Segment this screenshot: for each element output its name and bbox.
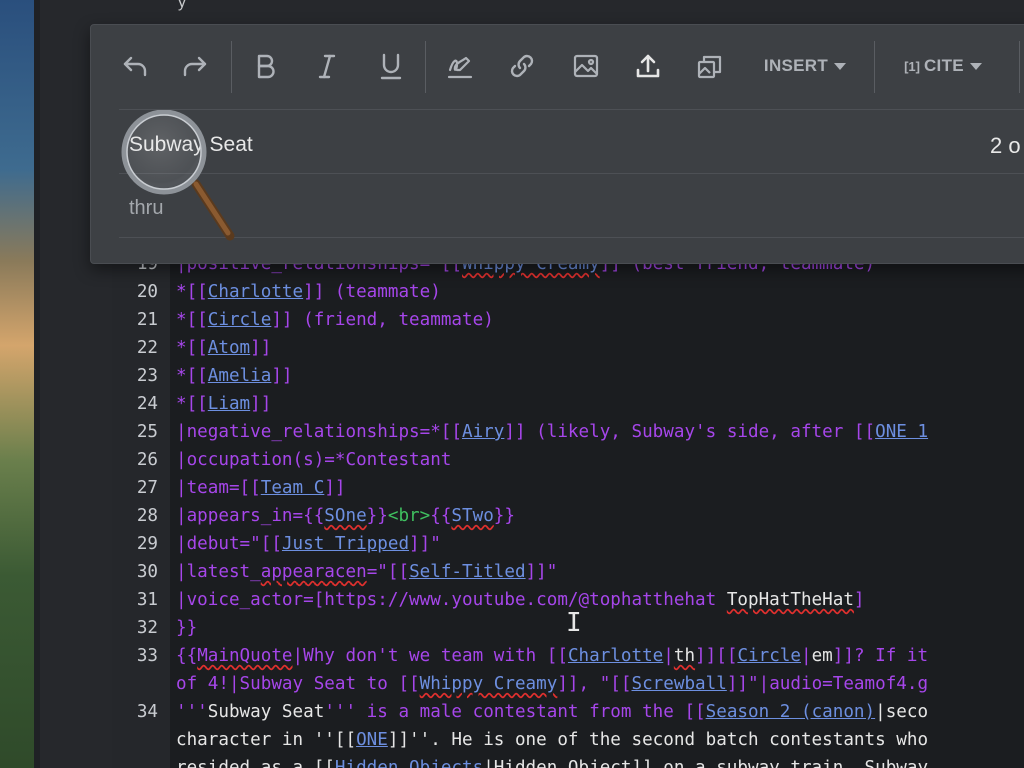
image-icon	[573, 54, 599, 78]
link-button[interactable]	[503, 47, 541, 85]
cite-badge-icon: [1]	[904, 58, 920, 74]
code-line: 26 |occupation(s)=*Contestant	[136, 450, 452, 470]
undo-button[interactable]	[115, 47, 155, 85]
insert-dropdown[interactable]: INSERT	[755, 47, 855, 85]
cite-label: CITE	[923, 56, 964, 75]
summary-field[interactable]: thru	[129, 197, 163, 220]
toolbar-divider	[119, 109, 1024, 110]
chevron-down-icon	[969, 62, 982, 70]
upload-button[interactable]	[629, 47, 667, 85]
italic-button[interactable]	[309, 47, 345, 85]
toolbar-row: INSERT [1] CITE	[91, 25, 1024, 109]
title-field[interactable]: Subway Seat	[129, 133, 253, 157]
cite-dropdown[interactable]: [1] CITE	[887, 47, 999, 85]
upload-icon	[636, 54, 660, 78]
chevron-down-icon	[834, 62, 847, 70]
signature-button[interactable]	[441, 47, 479, 85]
redo-icon	[183, 56, 207, 77]
code-line: 22 *[[Atom]]	[136, 338, 272, 358]
code-line: 20 *[[Charlotte]] (teammate)	[136, 282, 441, 302]
field-divider	[119, 173, 1024, 174]
desktop-wallpaper	[0, 0, 34, 768]
gallery-icon	[697, 55, 722, 79]
field-divider	[119, 237, 1024, 238]
toolbar-separator	[1019, 41, 1020, 93]
code-line: 24 *[[Liam]]	[136, 394, 272, 414]
code-line: 33 {{MainQuote|Why don't we team with [[…	[136, 646, 929, 666]
underline-button[interactable]	[373, 47, 409, 85]
code-line: 25 |negative_relationships=*[[Airy]] (li…	[136, 422, 929, 442]
toolbar-separator	[425, 41, 426, 93]
bold-icon	[257, 54, 275, 79]
link-icon	[510, 54, 534, 78]
toolbar-separator	[231, 41, 232, 93]
code-line: 23 *[[Amelia]]	[136, 366, 293, 386]
code-line-wrap: resided as a [[Hidden Objects|Hidden Obj…	[176, 758, 929, 768]
text-cursor-icon: I	[566, 608, 582, 640]
code-line-wrap: of 4!|Subway Seat to [[Whippy Creamy]], …	[176, 674, 929, 694]
code-line: 29 |debut="[[Just Tripped]]"	[136, 534, 441, 554]
gallery-button[interactable]	[691, 47, 729, 85]
signature-icon	[447, 56, 473, 79]
code-line: 21 *[[Circle]] (friend, teammate)	[136, 310, 494, 330]
code-line-wrap: character in ''[[ONE]]''. He is one of t…	[176, 730, 929, 750]
bold-button[interactable]	[247, 47, 283, 85]
image-button[interactable]	[567, 47, 605, 85]
code-line: 28 |appears_in={{SOne}}<br>{{STwo}}	[136, 506, 515, 526]
toolbar-separator	[874, 41, 875, 93]
page-title-fragment: y	[178, 0, 186, 11]
code-line: 34 '''Subway Seat''' is a male contestan…	[136, 702, 929, 722]
code-line: 32 }}	[136, 618, 198, 638]
source-editor[interactable]: 19 |positive_relationships= [[Whippy Cre…	[112, 258, 1024, 768]
undo-icon	[123, 56, 147, 77]
insert-label: INSERT	[763, 56, 829, 75]
code-line: 31 |voice_actor=[https://www.youtube.com…	[136, 590, 865, 610]
redo-button[interactable]	[175, 47, 215, 85]
edit-toolbar-panel: INSERT [1] CITE Subway Seat 2 o thru	[90, 24, 1024, 264]
code-line: 30 |latest_appearacen="[[Self-Titled]]"	[136, 562, 558, 582]
code-line: 27 |team=[[Team C]]	[136, 478, 346, 498]
italic-icon	[318, 54, 336, 79]
underline-icon	[380, 53, 402, 80]
counter-text: 2 o	[990, 133, 1021, 158]
